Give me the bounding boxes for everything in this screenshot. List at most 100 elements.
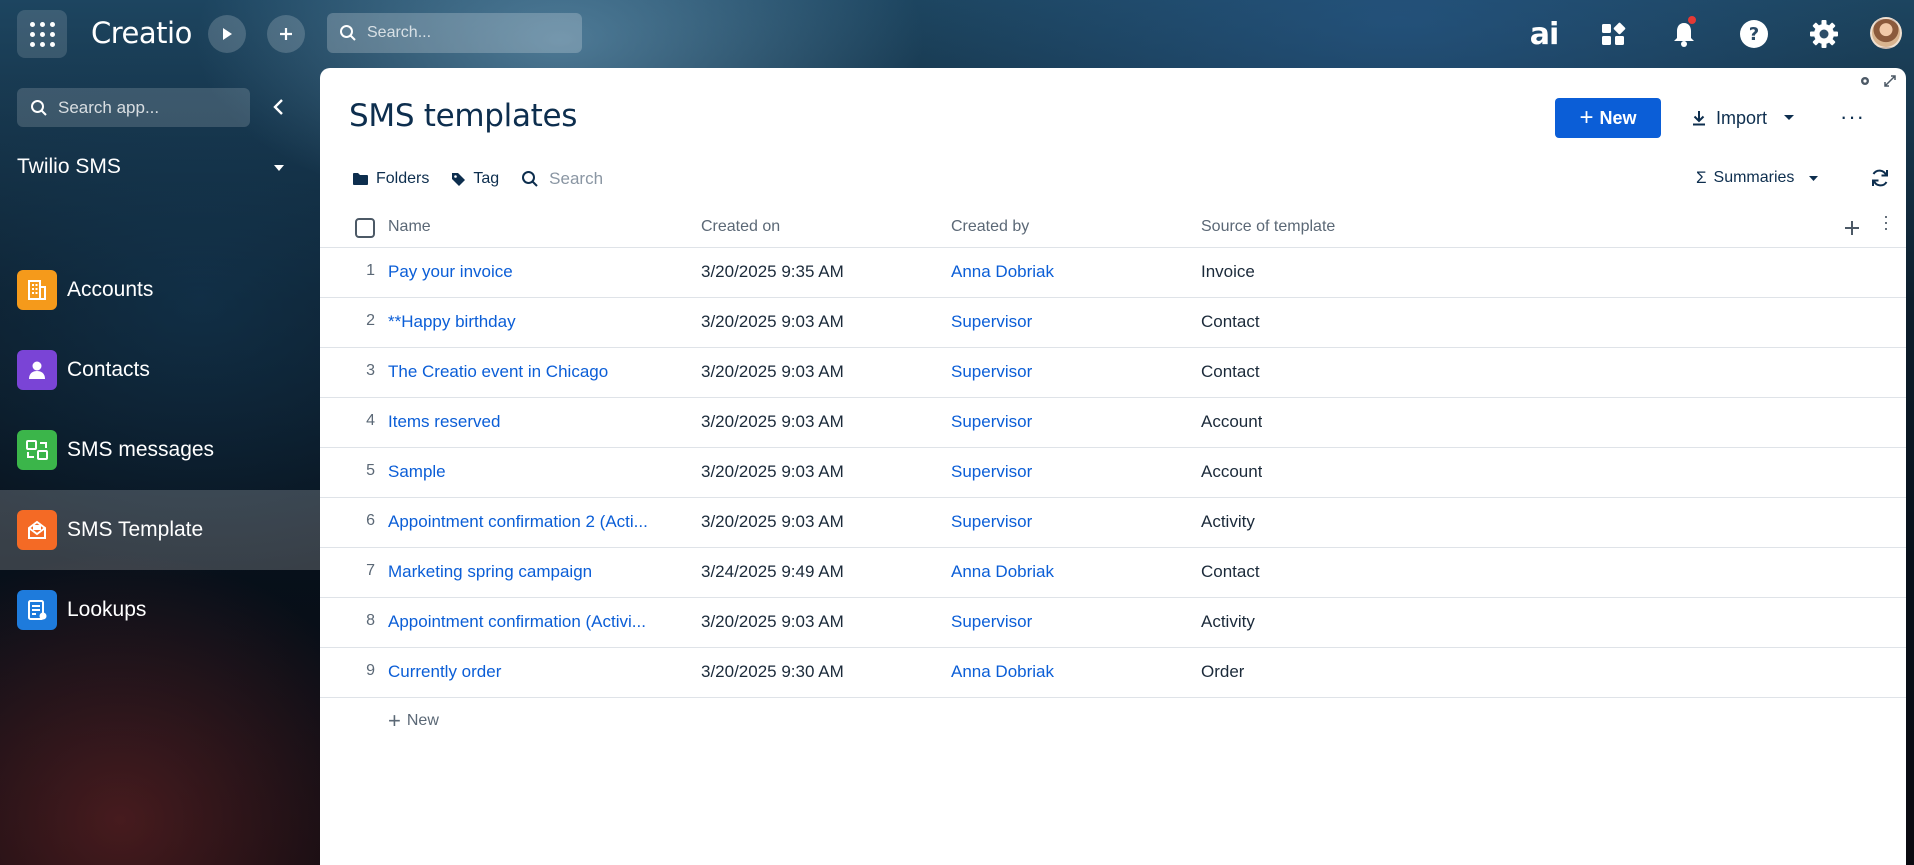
add-column-icon[interactable] [1844,220,1860,236]
notification-dot [1688,16,1696,24]
user-avatar[interactable] [1870,17,1902,49]
column-header-source[interactable]: Source of template [1201,218,1335,236]
sidebar-item-label: SMS Template [67,518,204,541]
plus-icon: + [1579,104,1594,131]
template-name-link[interactable]: The Creatio event in Chicago [388,362,678,382]
created-by-link[interactable]: Supervisor [951,612,1032,632]
created-by-link[interactable]: Supervisor [951,312,1032,332]
import-button-label: Import [1716,107,1768,128]
template-name-link[interactable]: Items reserved [388,412,678,432]
column-options-icon[interactable]: ··· [1877,214,1897,232]
template-name-link[interactable]: **Happy birthday [388,312,678,332]
template-name-link[interactable]: Currently order [388,662,678,682]
table-row[interactable]: 9 Currently order 3/20/2025 9:30 AM Anna… [320,648,1906,698]
filter-bar: Folders Tag [352,166,710,192]
expand-icon[interactable] [1883,74,1897,88]
brand-logo[interactable]: Creatio [91,16,192,50]
template-name-link[interactable]: Appointment confirmation (Activi... [388,612,678,632]
created-by-link[interactable]: Supervisor [951,512,1032,532]
table-row[interactable]: 7 Marketing spring campaign 3/24/2025 9:… [320,548,1906,598]
sidebar-item-lookups[interactable]: Lookups [0,570,320,650]
gear-icon [1810,20,1838,48]
created-by-link[interactable]: Anna Dobriak [951,562,1054,582]
chevron-down-icon[interactable] [274,165,284,171]
row-number: 2 [366,312,375,329]
svg-text:?: ? [1749,24,1759,45]
person-icon [17,350,57,390]
table-row[interactable]: 5 Sample 3/20/2025 9:03 AM Supervisor Ac… [320,448,1906,498]
source-value: Invoice [1201,262,1255,281]
app-hub-button[interactable] [1593,14,1633,54]
sigma-icon: Σ [1696,168,1707,187]
more-actions-icon[interactable]: ··· [1840,104,1865,130]
column-header-created-on[interactable]: Created on [701,218,780,236]
settings-button[interactable] [1804,14,1844,54]
plus-icon [280,28,292,40]
app-launcher-icon[interactable] [17,10,67,58]
table-row[interactable]: 1 Pay your invoice 3/20/2025 9:35 AM Ann… [320,248,1906,298]
template-name-link[interactable]: Pay your invoice [388,262,678,282]
new-button[interactable]: + New [1555,98,1661,138]
refresh-icon [1872,169,1888,187]
template-name-link[interactable]: Sample [388,462,678,482]
column-header-created-by[interactable]: Created by [951,218,1029,236]
plus-icon: + [388,708,401,733]
panel-settings-icon[interactable] [1858,74,1872,88]
building-icon [17,270,57,310]
sidebar-item-contacts[interactable]: Contacts [0,330,320,410]
ai-assistant-button[interactable]: ai [1524,14,1564,54]
select-all-checkbox[interactable] [355,218,375,238]
list-search-input[interactable] [549,169,710,189]
table-row[interactable]: 3 The Creatio event in Chicago 3/20/2025… [320,348,1906,398]
widgets-icon [1602,22,1626,45]
folders-button[interactable]: Folders [352,170,429,188]
created-by-link[interactable]: Anna Dobriak [951,662,1054,682]
search-icon [31,99,47,116]
tag-button[interactable]: Tag [451,170,499,188]
app-search-input[interactable] [58,97,238,118]
run-process-button[interactable] [208,15,246,53]
template-name-link[interactable]: Marketing spring campaign [388,562,678,582]
sidebar-item-accounts[interactable]: Accounts [0,250,320,330]
play-icon [223,28,232,40]
table-row[interactable]: 8 Appointment confirmation (Activi... 3/… [320,598,1906,648]
row-number: 4 [366,412,375,429]
table-row[interactable]: 6 Appointment confirmation 2 (Acti... 3/… [320,498,1906,548]
add-row-button[interactable]: + New [388,710,439,732]
refresh-button[interactable] [1870,168,1890,193]
global-search[interactable] [327,13,582,53]
row-number: 1 [366,262,375,279]
sidebar-item-sms-messages[interactable]: SMS messages [0,410,320,490]
app-search[interactable] [17,88,250,127]
app-selector[interactable]: Twilio SMS [17,155,121,179]
summaries-button[interactable]: Σ Summaries [1696,168,1819,188]
sidebar-item-sms-template[interactable]: SMS Template [0,490,320,570]
global-search-input[interactable] [367,24,567,42]
created-on-value: 3/20/2025 9:03 AM [701,462,844,481]
table-row[interactable]: 4 Items reserved 3/20/2025 9:03 AM Super… [320,398,1906,448]
created-by-link[interactable]: Supervisor [951,462,1032,482]
created-by-link[interactable]: Supervisor [951,412,1032,432]
help-button[interactable]: ? [1734,14,1774,54]
sidebar: Twilio SMS Accounts Contacts SMS message… [0,64,320,865]
bell-icon [1674,23,1694,47]
sidebar-item-label: SMS messages [67,438,215,461]
collapse-sidebar-button[interactable] [266,94,292,120]
created-by-link[interactable]: Supervisor [951,362,1032,382]
page-title: SMS templates [349,98,578,134]
created-on-value: 3/20/2025 9:03 AM [701,412,844,431]
created-by-link[interactable]: Anna Dobriak [951,262,1054,282]
notifications-button[interactable] [1664,14,1704,54]
import-button[interactable]: Import [1690,98,1795,138]
template-name-link[interactable]: Appointment confirmation 2 (Acti... [388,512,678,532]
add-row-label: New [406,712,439,729]
ai-icon: ai [1529,16,1560,52]
column-header-name[interactable]: Name [388,218,431,236]
summaries-label: Summaries [1713,169,1795,186]
created-on-value: 3/20/2025 9:03 AM [701,512,844,531]
source-value: Activity [1201,512,1255,531]
list-search[interactable] [521,169,710,189]
row-number: 5 [366,462,375,479]
table-row[interactable]: 2 **Happy birthday 3/20/2025 9:03 AM Sup… [320,298,1906,348]
create-button[interactable] [267,15,305,53]
